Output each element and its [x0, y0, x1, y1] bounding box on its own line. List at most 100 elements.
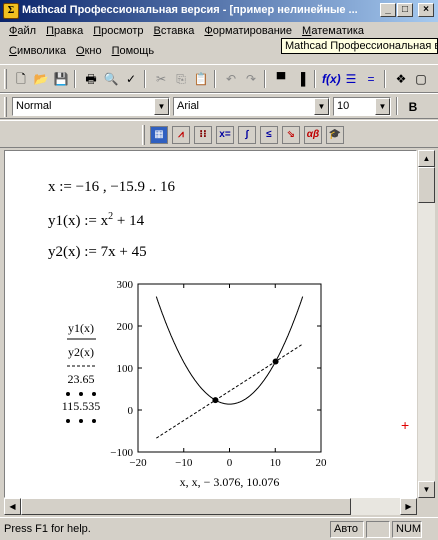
y-label-marker-sample	[92, 392, 96, 396]
y-label-marker-sample	[79, 392, 83, 396]
tooltip: Mathcad Профессиональная ве	[281, 38, 438, 54]
insert-unit-icon[interactable]: ☰	[342, 70, 360, 88]
status-bar: Press F1 for help. Авто NUM	[0, 517, 438, 540]
style-value: Normal	[16, 100, 52, 112]
separator	[384, 70, 386, 88]
math-toolbar: ▦ ⩘ ⁝⁝ x= ∫ ≤ ⇘ αβ 🎓	[0, 120, 438, 148]
separator	[396, 97, 398, 115]
x-tick-label: 20	[316, 457, 328, 469]
y-axis-label-3: 23.65	[68, 372, 95, 386]
chevron-down-icon[interactable]: ▼	[375, 98, 390, 115]
y-axis-label-2: y2(x)	[68, 345, 94, 359]
menu-window[interactable]: Окно	[71, 42, 107, 60]
align-down-icon[interactable]: ▐	[292, 70, 310, 88]
horizontal-scrollbar[interactable]: ◀ ▶	[4, 498, 417, 515]
paste-icon[interactable]: 📋	[192, 70, 210, 88]
y-axis-label-4: 115.535	[62, 399, 101, 413]
scroll-up-icon[interactable]: ▲	[418, 150, 435, 167]
x-tick-label: −10	[175, 457, 193, 469]
status-help-text: Press F1 for help.	[4, 523, 91, 535]
open-icon[interactable]: 📂	[32, 70, 50, 88]
menu-help[interactable]: Помощь	[107, 42, 160, 60]
status-mode: Авто	[330, 521, 364, 538]
x-tick-label: 0	[227, 457, 233, 469]
size-value: 10	[337, 100, 350, 112]
separator	[214, 70, 216, 88]
window-title: Mathcad Профессиональная версия - [приме…	[22, 4, 358, 16]
y-label-marker-sample	[66, 419, 70, 423]
maximize-button[interactable]: □	[397, 3, 413, 17]
menu-insert[interactable]: Вставка	[148, 22, 199, 40]
size-select[interactable]: 10 ▼	[333, 97, 391, 116]
resource-center-icon[interactable]: ❖	[392, 70, 410, 88]
y-tick-label: 0	[128, 405, 134, 417]
bold-button[interactable]: B	[404, 98, 422, 116]
insert-function-icon[interactable]: f(x)	[322, 70, 341, 88]
y-label-marker-sample	[66, 392, 70, 396]
style-select[interactable]: Normal ▼	[12, 97, 170, 116]
boolean-icon[interactable]: ≤	[260, 126, 278, 144]
menu-edit[interactable]: Правка	[41, 22, 88, 40]
formatting-toolbar: Normal ▼ Arial ▼ 10 ▼ B	[0, 93, 438, 119]
scroll-thumb[interactable]	[21, 498, 351, 515]
intersection-point	[212, 397, 219, 404]
series-y2-line	[156, 343, 303, 439]
minimize-button[interactable]: _	[380, 3, 396, 17]
scroll-right-icon[interactable]: ▶	[400, 498, 417, 515]
programming-icon[interactable]: ⇘	[282, 126, 300, 144]
cut-icon[interactable]: ✂	[152, 70, 170, 88]
zoom-icon[interactable]: ▢	[412, 70, 430, 88]
font-select[interactable]: Arial ▼	[173, 97, 330, 116]
copy-icon[interactable]: ⎘	[172, 70, 190, 88]
x-axis-label: x, x, − 3.076, 10.076	[180, 475, 280, 489]
standard-toolbar: 🗋 📂 💾 🖶 🔍 ✓ ✂ ⎘ 📋 ↶ ↷ ▀ ▐ f(x) ☰ = ❖ ▢	[0, 64, 438, 93]
menu-symbolics[interactable]: Символика	[4, 42, 71, 60]
menu-view[interactable]: Просмотр	[88, 22, 148, 40]
new-icon[interactable]: 🗋	[12, 70, 30, 88]
series-y1-curve	[155, 296, 304, 405]
x-tick-label: −20	[129, 457, 147, 469]
scroll-left-icon[interactable]: ◀	[4, 498, 21, 515]
print-icon[interactable]: 🖶	[82, 70, 100, 88]
separator	[314, 70, 316, 88]
calculate-icon[interactable]: =	[362, 70, 380, 88]
intersection-point	[272, 358, 279, 365]
chevron-down-icon[interactable]: ▼	[154, 98, 169, 115]
scroll-thumb[interactable]	[418, 167, 435, 203]
worksheet[interactable]: x := −16 , −15.9 .. 16 y1(x) := x2 + 14 …	[4, 150, 417, 498]
y-tick-label: 200	[117, 321, 134, 333]
mathcad-app-icon[interactable]: Σ	[3, 3, 19, 19]
spellcheck-icon[interactable]: ✓	[122, 70, 140, 88]
redo-icon[interactable]: ↷	[242, 70, 260, 88]
undo-icon[interactable]: ↶	[222, 70, 240, 88]
align-across-icon[interactable]: ▀	[272, 70, 290, 88]
y-label-marker-sample	[79, 419, 83, 423]
toolbar-grip[interactable]	[142, 125, 145, 145]
menu-file[interactable]: Файл	[4, 22, 41, 40]
status-blank	[366, 521, 390, 538]
toolbar-grip[interactable]	[4, 97, 7, 117]
separator	[144, 70, 146, 88]
scroll-down-icon[interactable]: ▼	[418, 481, 435, 498]
status-num: NUM	[392, 521, 422, 538]
print-preview-icon[interactable]: 🔍	[102, 70, 120, 88]
matrix-icon[interactable]: ⁝⁝	[194, 126, 212, 144]
xy-plot[interactable]: −1000100200300−20 −10 0 10 20x, x, − 3.076, …	[5, 151, 417, 498]
font-value: Arial	[177, 100, 200, 112]
symbolic-icon[interactable]: 🎓	[326, 126, 344, 144]
evaluation-icon[interactable]: x=	[216, 126, 234, 144]
vertical-scrollbar[interactable]: ▲ ▼	[418, 150, 435, 498]
separator	[74, 70, 76, 88]
plot-frame	[137, 283, 322, 453]
graph-icon[interactable]: ⩘	[172, 126, 190, 144]
close-button[interactable]: ×	[418, 3, 434, 17]
x-tick-label: 10	[270, 457, 282, 469]
calculator-icon[interactable]: ▦	[150, 126, 168, 144]
calculus-icon[interactable]: ∫	[238, 126, 256, 144]
y-tick-label: 100	[117, 363, 134, 375]
toolbar-grip[interactable]	[4, 69, 7, 89]
save-icon[interactable]: 💾	[52, 70, 70, 88]
chevron-down-icon[interactable]: ▼	[314, 98, 329, 115]
insertion-cursor-icon: +	[401, 417, 410, 433]
greek-icon[interactable]: αβ	[304, 126, 322, 144]
